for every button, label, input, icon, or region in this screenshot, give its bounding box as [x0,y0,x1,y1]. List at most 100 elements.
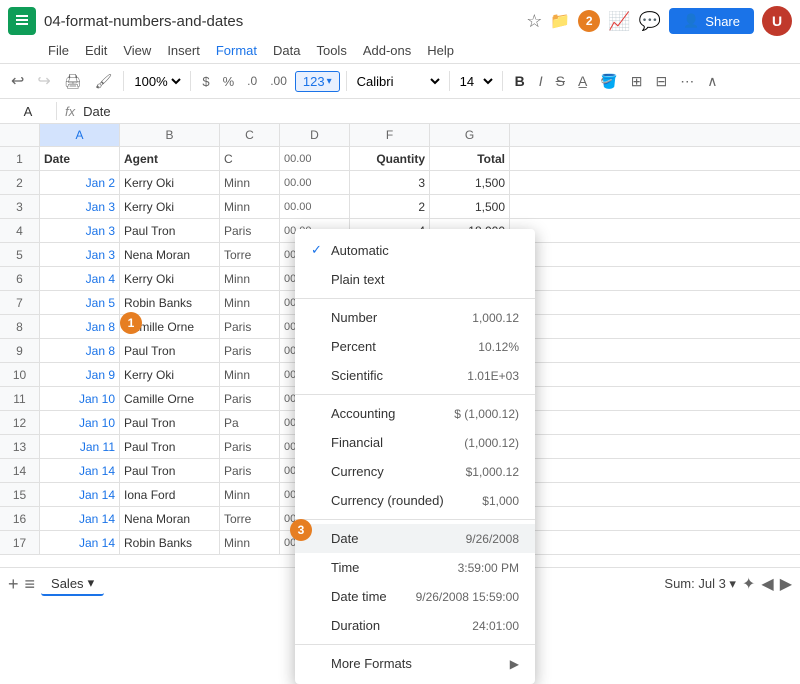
cell-date[interactable]: Jan 9 [40,363,120,386]
zoom-select[interactable]: 100% [130,73,184,90]
cell-c[interactable]: Minn [220,195,280,218]
cell-f[interactable]: 2 [350,195,430,218]
dropdown-item-datetime[interactable]: Date time 9/26/2008 15:59:00 [295,582,535,611]
cell-c[interactable]: Minn [220,267,280,290]
cell-g[interactable]: 1,500 [430,171,510,194]
cell-date[interactable]: Date [40,147,120,170]
cell-d[interactable]: 00.00 [280,147,350,170]
percent-button[interactable]: % [218,71,240,92]
cell-date[interactable]: Jan 5 [40,291,120,314]
borders-button[interactable]: ⊞ [626,70,648,93]
menu-edit[interactable]: Edit [77,40,115,61]
undo-button[interactable]: ↩ [6,68,29,94]
cell-c[interactable]: Paris [220,435,280,458]
fill-color-button[interactable]: 🪣 [595,70,622,93]
menu-tools[interactable]: Tools [308,40,354,61]
cell-f[interactable]: Quantity [350,147,430,170]
sheet-list-button[interactable]: ≡ [25,574,36,595]
cell-c[interactable]: Torre [220,507,280,530]
menu-view[interactable]: View [115,40,159,61]
format-type-button[interactable]: 123 ▾ [295,71,340,92]
cell-date[interactable]: Jan 10 [40,387,120,410]
cell-c[interactable]: Pa [220,411,280,434]
dropdown-item-plaintext[interactable]: Plain text [295,265,535,294]
cell-c[interactable]: Minn [220,483,280,506]
cell-g[interactable]: Total [430,147,510,170]
cell-date[interactable]: Jan 8 [40,315,120,338]
cell-date[interactable]: Jan 14 [40,459,120,482]
merge-button[interactable]: ⊟ [650,70,672,93]
cell-agent[interactable]: Camille Orne [120,387,220,410]
cell-date[interactable]: Jan 8 [40,339,120,362]
font-size-select[interactable]: 14 [456,73,496,90]
cell-c[interactable]: Minn [220,291,280,314]
italic-button[interactable]: I [534,70,548,92]
cell-c[interactable]: Paris [220,315,280,338]
cell-agent[interactable]: Kerry Oki [120,171,220,194]
dropdown-item-more-formats[interactable]: More Formats ▶ [295,649,535,678]
dropdown-item-number[interactable]: Number 1,000.12 [295,303,535,332]
menu-help[interactable]: Help [419,40,462,61]
menu-format[interactable]: Format [208,40,265,61]
cell-agent[interactable]: Kerry Oki [120,267,220,290]
underline-button[interactable]: A̲ [573,70,592,92]
cell-agent[interactable]: Agent [120,147,220,170]
scroll-left-button[interactable]: ◀ [761,574,773,594]
cell-agent[interactable]: Robin Banks [120,291,220,314]
cell-agent[interactable]: Kerry Oki [120,363,220,386]
folder-icon[interactable]: 📁 [550,11,570,31]
cell-agent[interactable]: Kerry Oki [120,195,220,218]
decimal-increase-button[interactable]: .00 [265,71,292,91]
cell-date[interactable]: Jan 3 [40,243,120,266]
cell-d[interactable]: 00.00 [280,171,350,194]
cell-c[interactable]: C [220,147,280,170]
cell-c[interactable]: Minn [220,363,280,386]
cell-agent[interactable]: Paul Tron [120,219,220,242]
cell-c[interactable]: Minn [220,531,280,554]
cell-agent[interactable]: Nena Moran [120,243,220,266]
col-header-b[interactable]: B [120,124,220,146]
cell-agent[interactable]: Paul Tron [120,411,220,434]
menu-file[interactable]: File [40,40,77,61]
cell-c[interactable]: Paris [220,459,280,482]
cell-date[interactable]: Jan 14 [40,531,120,554]
dropdown-item-currency[interactable]: Currency $1,000.12 [295,457,535,486]
cell-agent[interactable]: Paul Tron [120,459,220,482]
cell-c[interactable]: Paris [220,219,280,242]
col-header-c[interactable]: C [220,124,280,146]
font-select[interactable]: Calibri [353,73,443,90]
cell-date[interactable]: Jan 14 [40,483,120,506]
redo-button[interactable]: ↪ [32,68,55,94]
cell-date[interactable]: Jan 14 [40,507,120,530]
print-button[interactable]: 🖨 [59,70,87,93]
cell-agent[interactable]: Paul Tron [120,435,220,458]
star-icon[interactable]: ☆ [526,11,542,32]
menu-data[interactable]: Data [265,40,308,61]
cell-date[interactable]: Jan 10 [40,411,120,434]
dropdown-item-currency-rounded[interactable]: Currency (rounded) $1,000 [295,486,535,515]
cell-d[interactable]: 00.00 [280,195,350,218]
explore-button[interactable]: ✦ [742,574,755,594]
cell-c[interactable]: Torre [220,243,280,266]
col-header-a[interactable]: A [40,124,120,146]
cell-reference[interactable]: A [8,104,48,119]
dropdown-item-percent[interactable]: Percent 10.12% [295,332,535,361]
dropdown-item-date[interactable]: Date 9/26/2008 [295,524,535,553]
menu-addons[interactable]: Add-ons [355,40,419,61]
more-toolbar-button[interactable]: ⋯ [675,70,699,93]
comment-icon[interactable]: 💬 [639,11,661,32]
dropdown-item-duration[interactable]: Duration 24:01:00 [295,611,535,640]
chart-icon[interactable]: 📈 [608,11,630,32]
cell-date[interactable]: Jan 2 [40,171,120,194]
cell-date[interactable]: Jan 3 [40,219,120,242]
cell-c[interactable]: Paris [220,387,280,410]
cell-agent[interactable]: Robin Banks [120,531,220,554]
paint-format-button[interactable]: 🖌 [90,70,118,93]
dropdown-item-accounting[interactable]: Accounting $ (1,000.12) [295,399,535,428]
col-header-g[interactable]: G [430,124,510,146]
avatar[interactable]: U [762,6,792,36]
cell-c[interactable]: Paris [220,339,280,362]
cell-date[interactable]: Jan 4 [40,267,120,290]
cell-date[interactable]: Jan 11 [40,435,120,458]
sheets-app-icon[interactable] [8,7,36,35]
